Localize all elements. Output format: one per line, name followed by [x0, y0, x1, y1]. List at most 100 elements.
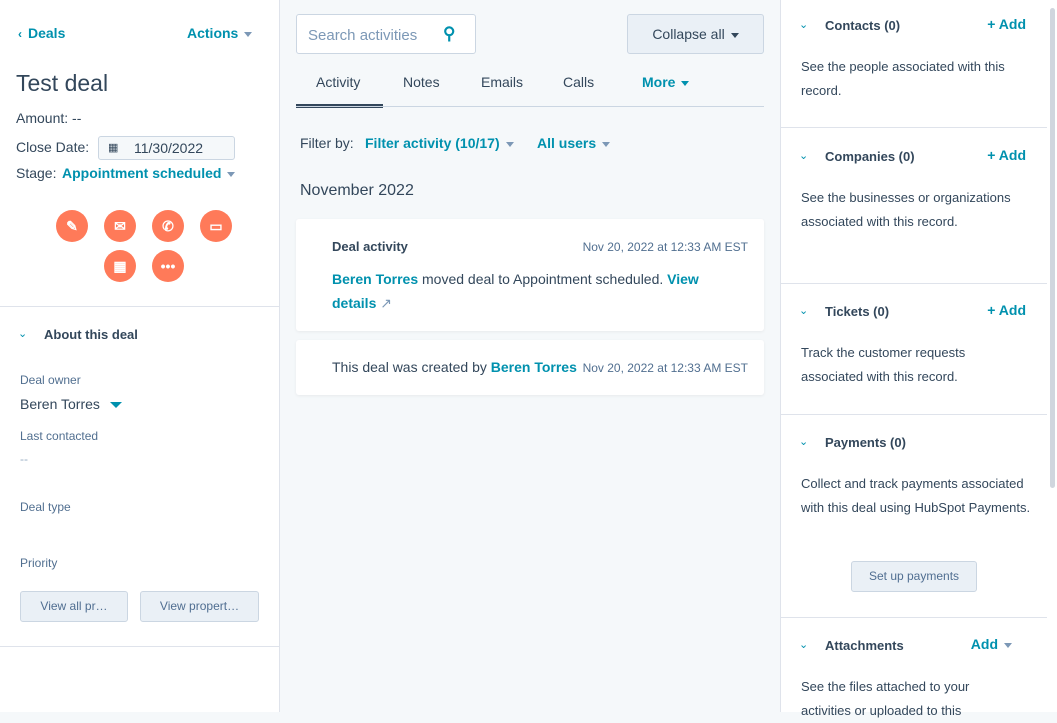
filter-by-label: Filter by: — [300, 135, 354, 151]
add-ticket-button[interactable]: + Add — [987, 302, 1026, 318]
section-description: See the people associated with this reco… — [801, 59, 1005, 98]
card-timestamp: Nov 20, 2022 at 12:33 AM EST — [582, 240, 748, 254]
chevron-down-icon[interactable]: ⌄ — [799, 149, 808, 162]
tickets-section: ⌄ Tickets (0) + Add Track the customer r… — [781, 284, 1048, 415]
email-button[interactable]: ✉ — [104, 210, 136, 242]
tabs-divider — [296, 106, 764, 107]
add-company-button[interactable]: + Add — [987, 147, 1026, 163]
chevron-down-icon[interactable]: ⌄ — [799, 304, 808, 317]
activity-text: moved deal to Appointment scheduled. — [418, 271, 668, 287]
stage-select[interactable]: Appointment scheduled — [62, 165, 236, 181]
tab-more[interactable]: More — [642, 74, 690, 90]
about-section-header[interactable]: About this deal — [44, 327, 138, 342]
caret-down-icon — [109, 402, 122, 409]
back-to-deals-link[interactable]: ‹ Deals — [18, 25, 65, 41]
priority-label[interactable]: Priority — [20, 556, 57, 570]
month-header: November 2022 — [300, 182, 414, 199]
more-button[interactable]: ••• — [152, 250, 184, 282]
more-label: More — [642, 74, 676, 90]
caret-down-icon — [730, 32, 739, 38]
edit-icon: ✎ — [66, 218, 78, 234]
view-property-history-button[interactable]: View propert… — [140, 591, 259, 622]
caret-down-icon — [1004, 642, 1012, 648]
deal-title: Test deal — [16, 70, 109, 96]
screen-icon: ▭ — [209, 218, 223, 234]
deal-owner-label: Deal owner — [20, 373, 81, 387]
tab-calls[interactable]: Calls — [563, 74, 594, 90]
card-title: Deal activity — [332, 239, 408, 254]
section-description: Collect and track payments associated wi… — [801, 476, 1031, 515]
caret-down-icon — [244, 31, 253, 37]
left-sidebar: ‹ Deals Actions Test deal Amount: -- Clos… — [0, 0, 280, 712]
divider — [0, 306, 279, 307]
deal-created-card: This deal was created by Beren Torres No… — [296, 340, 764, 395]
companies-section: ⌄ Companies (0) + Add See the businesses… — [781, 128, 1048, 284]
section-description: See the businesses or organizations asso… — [801, 190, 1011, 229]
caret-down-icon — [602, 141, 611, 147]
actions-label: Actions — [187, 25, 239, 41]
chevron-down-icon[interactable]: ⌄ — [799, 638, 808, 651]
filter-activity-label: Filter activity (10/17) — [365, 135, 500, 151]
chevron-down-icon[interactable]: ⌄ — [799, 435, 808, 448]
calendar-icon: ▦ — [113, 258, 127, 274]
activity-timeline: Search activities ⚲ Collapse all Activit… — [280, 0, 780, 712]
deal-owner-value: Beren Torres — [20, 396, 100, 412]
collapse-all-button[interactable]: Collapse all — [627, 14, 764, 54]
section-description: See the files attached to your activitie… — [801, 679, 970, 718]
meeting-button[interactable]: ▦ — [104, 250, 136, 282]
log-button[interactable]: ▭ — [200, 210, 232, 242]
add-attachment-menu[interactable]: Add — [971, 636, 1012, 652]
all-users-label: All users — [537, 135, 597, 151]
section-title[interactable]: Payments (0) — [825, 435, 906, 450]
stage-value: Appointment scheduled — [62, 165, 222, 181]
add-contact-button[interactable]: + Add — [987, 16, 1026, 32]
payments-section: ⌄ Payments (0) Collect and track payment… — [781, 415, 1048, 618]
section-title[interactable]: Tickets (0) — [825, 304, 889, 319]
view-all-properties-button[interactable]: View all pr… — [20, 591, 128, 622]
add-label: Add — [970, 636, 998, 652]
more-icon: ••• — [160, 258, 176, 274]
scrollbar[interactable] — [1047, 0, 1057, 712]
card-timestamp: Nov 20, 2022 at 12:33 AM EST — [582, 361, 748, 375]
section-title[interactable]: Companies (0) — [825, 149, 915, 164]
divider — [0, 646, 279, 647]
tab-notes[interactable]: Notes — [403, 74, 440, 90]
all-users-dropdown[interactable]: All users — [537, 135, 611, 151]
calendar-icon: ▦ — [108, 142, 119, 154]
contacts-section: ⌄ Contacts (0) + Add See the people asso… — [781, 0, 1048, 128]
tab-activity[interactable]: Activity — [316, 74, 360, 90]
section-title[interactable]: Attachments — [825, 638, 904, 653]
close-date-input[interactable]: ▦ 11/30/2022 — [98, 136, 235, 160]
deal-type-label[interactable]: Deal type — [20, 500, 71, 514]
phone-icon: ✆ — [162, 218, 174, 234]
stage-label: Stage: — [16, 165, 57, 181]
deal-owner-select[interactable]: Beren Torres — [20, 396, 122, 412]
chevron-down-icon[interactable]: ⌄ — [799, 18, 808, 31]
section-title[interactable]: Contacts (0) — [825, 18, 900, 33]
close-date-value: 11/30/2022 — [134, 140, 204, 156]
note-button[interactable]: ✎ — [56, 210, 88, 242]
section-description: Track the customer requests associated w… — [801, 345, 966, 384]
user-link[interactable]: Beren Torres — [332, 271, 418, 287]
deal-activity-card[interactable]: Deal activity Nov 20, 2022 at 12:33 AM E… — [296, 219, 764, 331]
close-date-label: Close Date: — [16, 139, 90, 155]
envelope-icon: ✉ — [114, 218, 126, 234]
caret-down-icon — [681, 80, 690, 86]
search-activities-input[interactable]: Search activities ⚲ — [296, 14, 476, 54]
call-button[interactable]: ✆ — [152, 210, 184, 242]
external-link-icon: ↗ — [380, 295, 392, 311]
collapse-label: Collapse all — [652, 26, 725, 42]
caret-down-icon — [227, 171, 236, 177]
scrollbar-thumb[interactable] — [1050, 8, 1055, 488]
set-up-payments-button[interactable]: Set up payments — [851, 561, 977, 592]
chevron-down-icon[interactable]: ⌄ — [18, 327, 27, 340]
tab-emails[interactable]: Emails — [481, 74, 523, 90]
last-contacted-label: Last contacted — [20, 429, 99, 443]
right-sidebar: ⌄ Contacts (0) + Add See the people asso… — [780, 0, 1048, 718]
actions-menu[interactable]: Actions — [187, 25, 253, 41]
caret-down-icon — [505, 141, 514, 147]
user-link[interactable]: Beren Torres — [491, 359, 577, 375]
created-text: This deal was created by — [332, 359, 491, 375]
search-icon[interactable]: ⚲ — [443, 24, 455, 44]
filter-activity-dropdown[interactable]: Filter activity (10/17) — [365, 135, 514, 151]
